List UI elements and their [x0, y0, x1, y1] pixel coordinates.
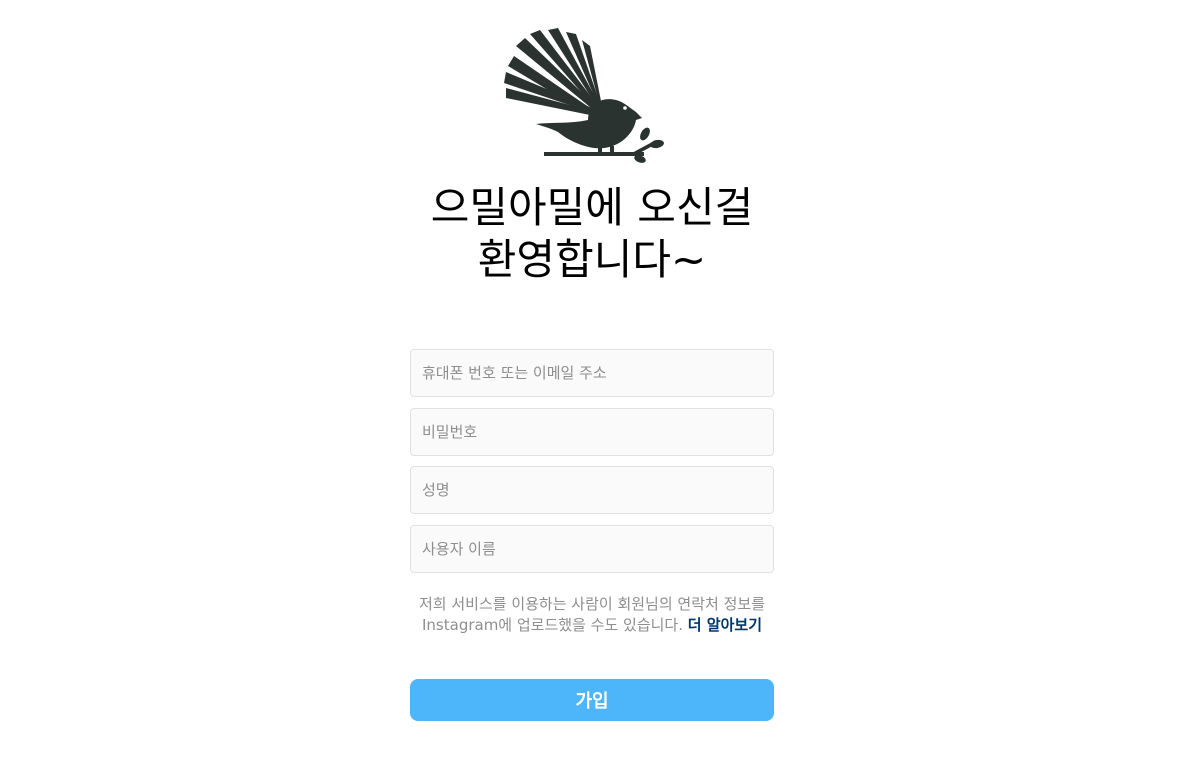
- fullname-input[interactable]: [410, 466, 774, 514]
- fantail-bird-icon: [504, 28, 664, 163]
- password-input[interactable]: [410, 408, 774, 456]
- welcome-heading-line2: 환영합니다~: [477, 235, 707, 284]
- welcome-heading-line1: 으밀아밀에 오신걸: [430, 183, 754, 232]
- contact-upload-notice: 저희 서비스를 이용하는 사람이 회원님의 연락처 정보를 Instagram에…: [404, 594, 780, 636]
- signup-page: 으밀아밀에 오신걸 환영합니다~ 저희 서비스를 이용하는 사람이 회원님의 연…: [0, 0, 1185, 772]
- learn-more-link[interactable]: 더 알아보기: [688, 616, 762, 634]
- signup-button[interactable]: 가입: [410, 679, 774, 721]
- contact-input[interactable]: [410, 349, 774, 397]
- username-input[interactable]: [410, 525, 774, 573]
- welcome-heading: 으밀아밀에 오신걸 환영합니다~: [392, 182, 792, 286]
